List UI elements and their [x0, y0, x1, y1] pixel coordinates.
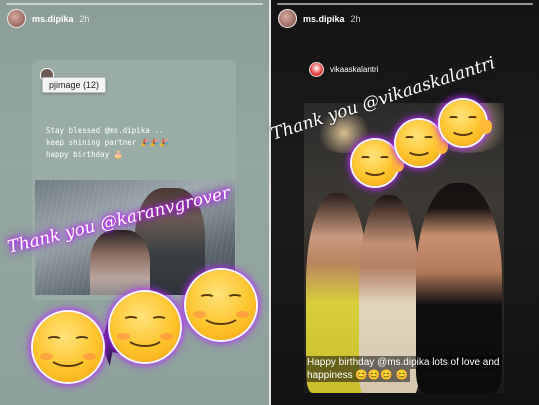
repost-header: vikaaskalantri — [309, 62, 378, 77]
caption-text: Happy birthday @ms.dipika lots of love a… — [305, 356, 502, 382]
hugging-emoji — [440, 100, 486, 146]
smiling-emoji — [33, 312, 103, 382]
repost-avatar — [309, 62, 324, 77]
story-header: ms.dipika 2h — [278, 9, 361, 28]
smiling-emoji — [186, 270, 256, 340]
selfie-caption: Happy birthday @ms.dipika lots of love a… — [305, 356, 505, 382]
story-header: ms.dipika 2h — [7, 9, 90, 28]
repost-username[interactable]: vikaaskalantri — [330, 65, 378, 74]
hugging-hand-icon — [436, 140, 448, 154]
caption-line: Stay blessed @ms.dipika .. — [46, 126, 164, 135]
image-tooltip: pjimage (12) — [42, 77, 107, 93]
story-progress-bar — [6, 3, 263, 5]
story-progress-bar — [277, 3, 533, 5]
username[interactable]: ms.dipika — [32, 14, 74, 24]
timestamp: 2h — [350, 13, 361, 24]
avatar[interactable] — [7, 9, 26, 28]
reposted-caption: Stay blessed @ms.dipika .. keep shining … — [46, 125, 236, 161]
hugging-hand-icon — [392, 158, 404, 172]
username[interactable]: ms.dipika — [303, 14, 345, 24]
caption-line: happy birthday 🎂 — [46, 150, 124, 159]
smiling-emoji — [110, 292, 180, 362]
avatar[interactable] — [278, 9, 297, 28]
caption-line: keep shining partner 🎉🎉🎉 — [46, 138, 169, 147]
woman-figure — [90, 230, 150, 295]
timestamp: 2h — [79, 13, 90, 24]
hugging-emoji — [396, 120, 442, 166]
hugging-hand-icon — [480, 120, 492, 134]
